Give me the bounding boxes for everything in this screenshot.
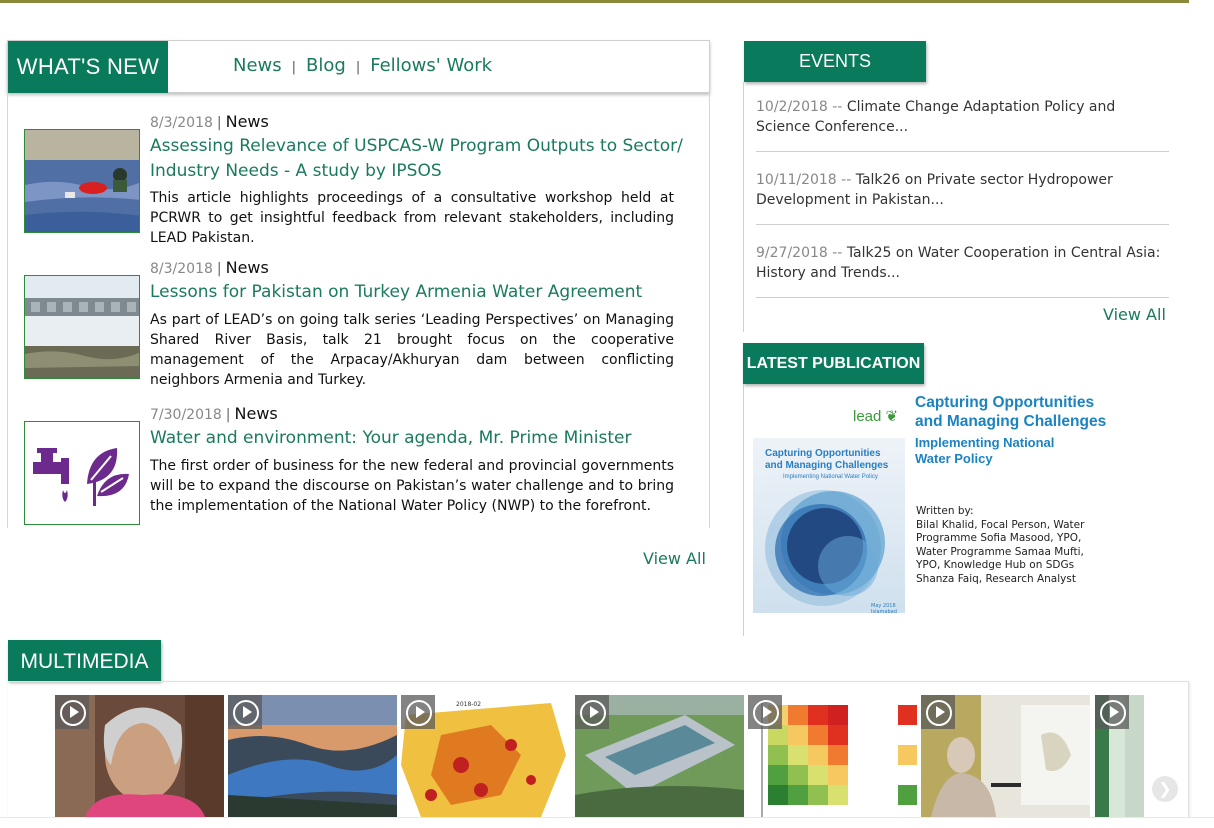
article-meta: 8/3/2018 | News	[150, 258, 269, 277]
play-circle-icon[interactable]	[1095, 695, 1129, 729]
article-thumbnail-river-sampling[interactable]	[24, 129, 140, 233]
whats-new-view-all-link[interactable]: View All	[643, 549, 706, 568]
article-category[interactable]: News	[235, 404, 278, 423]
latest-publication-title: LATEST PUBLICATION	[743, 343, 924, 384]
play-circle-icon[interactable]	[401, 695, 435, 729]
article-summary: The first order of business for the new …	[150, 458, 674, 514]
authors-list: Bilal Khalid, Focal Person, Water Progra…	[916, 518, 1085, 585]
publication-cover-image[interactable]: lead ❦ Capturing Opportunities and Manag…	[753, 393, 1113, 615]
video-thumbnail[interactable]	[575, 695, 744, 817]
publication-heading: Capturing Opportunities and Managing Cha…	[915, 394, 1107, 430]
news-article: 7/30/2018 | News Water and environment: …	[24, 404, 684, 539]
tab-fellows-work[interactable]: Fellows' Work	[370, 55, 492, 76]
article-title-link[interactable]: Lessons for Pakistan on Turkey Armenia W…	[150, 280, 690, 305]
article-title-link[interactable]: Assessing Relevance of USPCAS-W Program …	[150, 134, 690, 184]
article-meta: 7/30/2018 | News	[150, 404, 278, 423]
article-date: 8/3/2018	[150, 115, 213, 131]
written-by-label: Written by:	[916, 505, 974, 517]
publication-cover: Capturing Opportunities and Managing Cha…	[753, 438, 905, 613]
video-thumbnail[interactable]	[1095, 695, 1144, 817]
event-item[interactable]: 9/27/2018 -- Talk25 on Water Cooperation…	[756, 243, 1169, 298]
multimedia-title: MULTIMEDIA	[8, 640, 161, 681]
tab-news[interactable]: News	[233, 55, 282, 76]
lead-logo: lead ❦	[853, 408, 899, 425]
event-item[interactable]: 10/11/2018 -- Talk26 on Private sector H…	[756, 170, 1169, 225]
play-circle-icon[interactable]	[921, 695, 955, 729]
news-article: 8/3/2018 | News Lessons for Pakistan on Tu…	[24, 258, 684, 393]
tab-separator: |	[355, 60, 361, 75]
event-date: 10/2/2018	[756, 99, 828, 115]
play-circle-icon[interactable]	[575, 695, 609, 729]
article-summary: This article highlights proceedings of a…	[150, 190, 674, 246]
article-title-link[interactable]: Water and environment: Your agenda, Mr. …	[150, 426, 690, 451]
whats-new-header: WHAT'S NEW News | Blog | Fellows' Work	[7, 40, 710, 93]
video-thumbnail[interactable]	[921, 695, 1090, 817]
article-summary: As part of LEAD’s on going talk series ‘…	[150, 312, 674, 388]
article-thumbnail-water-environment[interactable]	[24, 421, 140, 525]
tab-separator: |	[291, 60, 297, 75]
publication-authors: Written by: Bilal Khalid, Focal Person, …	[916, 505, 1116, 586]
leaf-icon: ❦	[881, 408, 899, 425]
video-thumbnail[interactable]	[228, 695, 397, 817]
event-item[interactable]: 10/2/2018 -- Climate Change Adaptation P…	[756, 97, 1169, 152]
whats-new-title: WHAT'S NEW	[8, 41, 168, 93]
publication-subheading: Implementing National Water Policy	[915, 435, 1055, 466]
play-circle-icon[interactable]	[228, 695, 262, 729]
events-title: EVENTS	[744, 41, 926, 82]
footer-edge	[0, 817, 1214, 828]
article-category[interactable]: News	[226, 112, 269, 131]
article-date: 7/30/2018	[150, 407, 222, 423]
event-date: 9/27/2018	[756, 245, 828, 261]
events-view-all-link[interactable]: View All	[1103, 305, 1166, 324]
whats-new-section: WHAT'S NEW News | Blog | Fellows' Work 8/3/2…	[7, 40, 710, 528]
whats-new-tabs: News | Blog | Fellows' Work	[233, 55, 492, 76]
map-label: 2018-02	[456, 701, 481, 708]
article-thumbnail-dam[interactable]	[24, 275, 140, 379]
article-date: 8/3/2018	[150, 261, 213, 277]
video-thumbnail[interactable]	[55, 695, 224, 817]
video-thumbnail[interactable]: 2018-02	[401, 695, 570, 817]
divider	[709, 93, 710, 528]
cover-date: May 2018 Islamabad	[871, 603, 897, 613]
divider	[743, 384, 744, 636]
play-circle-icon[interactable]	[55, 695, 89, 729]
article-category[interactable]: News	[226, 258, 269, 277]
event-date: 10/11/2018	[756, 172, 837, 188]
play-circle-icon[interactable]	[748, 695, 782, 729]
divider	[743, 82, 744, 332]
divider	[7, 93, 8, 528]
news-article: 8/3/2018 | News Assessing Relevance of USP…	[24, 112, 684, 247]
article-meta: 8/3/2018 | News	[150, 112, 269, 131]
video-thumbnail[interactable]	[748, 695, 917, 817]
tab-blog[interactable]: Blog	[306, 55, 346, 76]
top-banner-strip	[0, 0, 1189, 3]
chevron-right-icon[interactable]: ❯	[1152, 776, 1178, 802]
